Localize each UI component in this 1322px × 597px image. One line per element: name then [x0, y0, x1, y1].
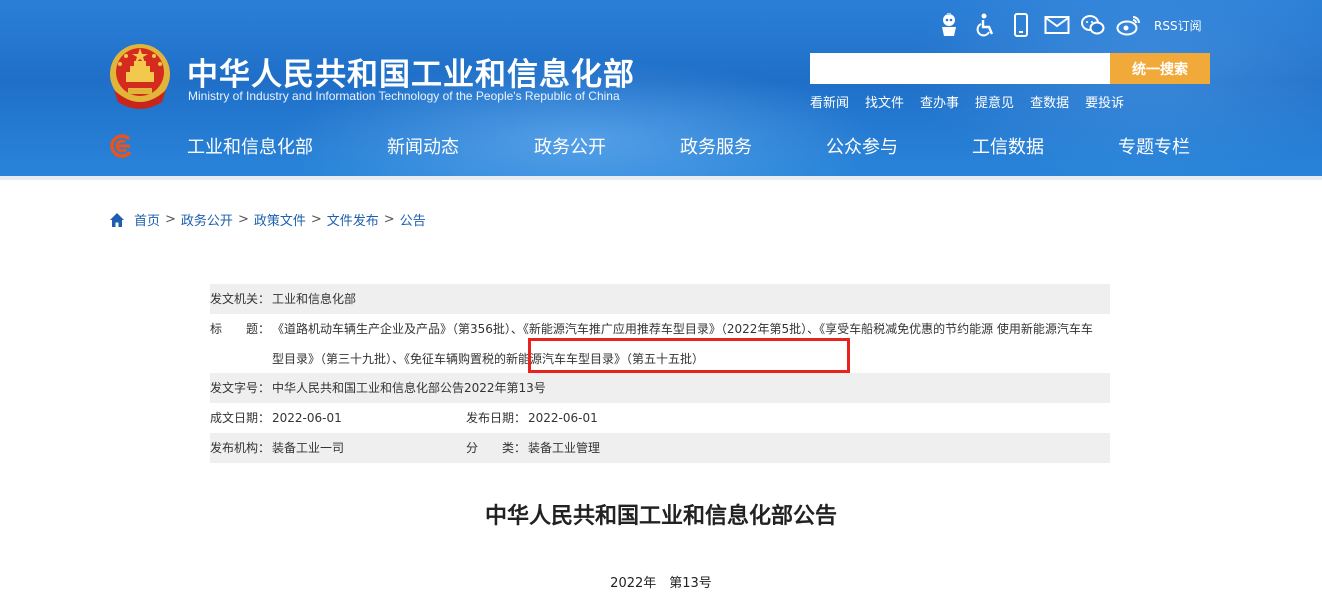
site-header: 中华人民共和国工业和信息化部 Ministry of Industry and …	[0, 0, 1322, 180]
issuer-value: 工业和信息化部	[272, 292, 357, 306]
weibo-icon[interactable]	[1116, 12, 1142, 38]
robot-icon[interactable]	[936, 12, 962, 38]
doc-no-value: 中华人民共和国工业和信息化部公告2022年第13号	[272, 381, 546, 395]
national-emblem-icon[interactable]	[108, 42, 172, 110]
quick-link-complaint[interactable]: 要投诉	[1085, 92, 1124, 111]
quick-links: 看新闻 找文件 查办事 提意见 查数据 要投诉	[810, 92, 1140, 111]
site-title: 中华人民共和国工业和信息化部	[187, 57, 635, 93]
breadcrumb-sep: >	[165, 212, 176, 227]
search-button[interactable]: 统一搜索	[1110, 53, 1210, 84]
breadcrumb-sep: >	[383, 212, 395, 227]
breadcrumb: 首页 > 政务公开 > 政策文件 > 文件发布 > 公告	[109, 210, 426, 229]
quick-link-data[interactable]: 查数据	[1030, 92, 1069, 111]
doc-no-label: 发文字号：	[210, 381, 271, 395]
date-value: 2022-06-01	[272, 411, 342, 425]
highlight-annotation	[528, 338, 850, 373]
nav-item-gov-service[interactable]: 政务服务	[680, 133, 752, 159]
main-nav: 工业和信息化部 新闻动态 政务公开 政务服务 公众参与 工信数据 专题专栏	[150, 130, 1230, 162]
info-row-org: 发布机构： 装备工业一司 分 类： 装备工业管理	[210, 433, 1110, 463]
mail-icon[interactable]	[1044, 12, 1070, 38]
category-value: 装备工业管理	[528, 441, 601, 455]
info-row-dates: 成文日期： 2022-06-01 发布日期： 2022-06-01	[210, 403, 1110, 433]
issuer-label: 发文机关：	[210, 292, 271, 306]
site-subtitle: Ministry of Industry and Information Tec…	[188, 89, 620, 103]
header-divider	[0, 176, 1322, 180]
accessibility-icon[interactable]	[972, 12, 998, 38]
org-label: 发布机构：	[210, 441, 271, 455]
category-label: 分 类：	[466, 441, 527, 455]
breadcrumb-notice[interactable]: 公告	[400, 210, 426, 229]
breadcrumb-sep: >	[237, 212, 249, 227]
search-input[interactable]	[810, 53, 1110, 84]
pub-date-value: 2022-06-01	[528, 411, 598, 425]
breadcrumb-home[interactable]: 首页	[134, 210, 160, 229]
document-title: 中华人民共和国工业和信息化部公告	[484, 504, 837, 529]
rss-link[interactable]: RSS订阅	[1154, 17, 1202, 34]
org-value: 装备工业一司	[272, 441, 345, 455]
breadcrumb-sep: >	[310, 212, 322, 227]
mobile-icon[interactable]	[1008, 12, 1034, 38]
breadcrumb-policy[interactable]: 政策文件	[254, 210, 306, 229]
quick-link-files[interactable]: 找文件	[865, 92, 904, 111]
quick-link-feedback[interactable]: 提意见	[975, 92, 1014, 111]
info-row-title: 标 题： 《道路机动车辆生产企业及产品》（第356批）、《新能源汽车推广应用推荐…	[210, 314, 1110, 373]
nav-item-miit[interactable]: 工业和信息化部	[187, 133, 313, 159]
document-number: 2022年 第13号	[610, 576, 712, 591]
breadcrumb-release[interactable]: 文件发布	[327, 210, 379, 229]
date-label: 成文日期：	[210, 411, 271, 425]
pub-date-label: 发布日期：	[466, 411, 527, 425]
wechat-icon[interactable]	[1080, 12, 1106, 38]
nav-item-public[interactable]: 公众参与	[826, 133, 898, 159]
quick-link-services[interactable]: 查办事	[920, 92, 959, 111]
breadcrumb-gov-info[interactable]: 政务公开	[181, 210, 233, 229]
nav-item-topics[interactable]: 专题专栏	[1118, 133, 1190, 159]
info-row-doc-no: 发文字号： 中华人民共和国工业和信息化部公告2022年第13号	[210, 373, 1110, 403]
title-label: 标 题：	[210, 322, 271, 336]
document-info-table: 发文机关： 工业和信息化部 标 题： 《道路机动车辆生产企业及产品》（第356批…	[210, 284, 1110, 463]
quick-link-news[interactable]: 看新闻	[810, 92, 849, 111]
home-icon	[109, 212, 125, 228]
nav-item-news[interactable]: 新闻动态	[387, 133, 459, 159]
nav-item-gov-info[interactable]: 政务公开	[534, 133, 606, 159]
miit-logo-icon[interactable]	[108, 133, 134, 159]
tool-icons: RSS订阅	[936, 10, 1202, 40]
info-row-issuer: 发文机关： 工业和信息化部	[210, 284, 1110, 314]
nav-item-data[interactable]: 工信数据	[972, 133, 1044, 159]
